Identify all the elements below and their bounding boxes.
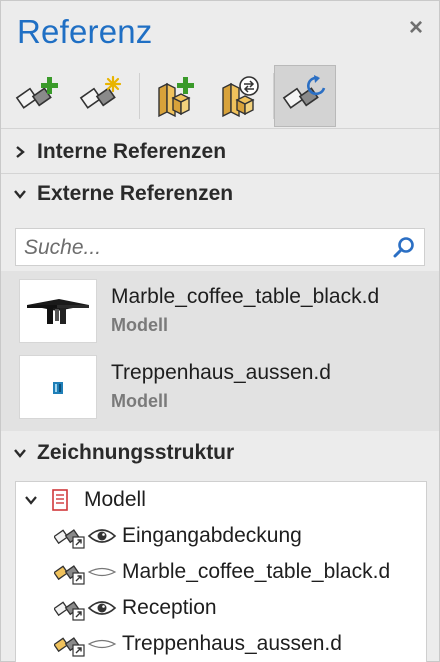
toolbar-separator	[139, 73, 140, 119]
panel-header: Referenz ×	[1, 1, 439, 63]
reference-name: Treppenhaus_aussen.d	[111, 361, 331, 384]
section-internal-references[interactable]: Interne Referenzen	[1, 132, 439, 172]
eye-closed-icon[interactable]	[86, 630, 118, 658]
section-label: Externe Referenzen	[37, 182, 234, 205]
search-input[interactable]	[24, 235, 384, 261]
eye-icon[interactable]	[86, 594, 118, 622]
new-reference-button[interactable]	[71, 65, 133, 127]
reference-link-icon	[54, 594, 86, 622]
list-item[interactable]: Marble_coffee_table_black.d Modell	[1, 273, 439, 349]
drawing-structure-tree: Modell Eingangabdeckung Marble_coffee_ta…	[15, 481, 427, 662]
tree-node-label: Modell	[84, 488, 146, 511]
chevron-down-icon[interactable]	[13, 446, 27, 460]
search-icon[interactable]	[392, 235, 416, 259]
eye-icon[interactable]	[86, 522, 118, 550]
document-icon	[50, 488, 70, 512]
external-reference-link-icon	[54, 630, 86, 658]
swap-block-button[interactable]	[207, 65, 269, 127]
search-box[interactable]	[15, 228, 425, 266]
tree-node-label: Eingangabdeckung	[122, 524, 302, 547]
add-block-button[interactable]	[143, 65, 205, 127]
stairwell-thumbnail	[19, 355, 97, 419]
reload-reference-icon	[282, 74, 328, 118]
tree-node-label: Treppenhaus_aussen.d	[122, 632, 342, 655]
section-drawing-structure[interactable]: Zeichnungsstruktur	[1, 433, 439, 473]
reference-type: Modell	[111, 315, 168, 335]
external-reference-link-icon	[54, 558, 86, 586]
reference-panel: Referenz × Interne Referenzen Externe Re…	[0, 0, 440, 662]
toolbar	[1, 63, 439, 129]
swap-block-icon	[215, 74, 261, 118]
panel-title: Referenz	[17, 13, 153, 50]
reload-reference-button[interactable]	[274, 65, 336, 127]
section-external-references[interactable]: Externe Referenzen	[1, 174, 439, 214]
chevron-right-icon[interactable]	[13, 145, 27, 159]
tree-node[interactable]: Reception	[54, 590, 217, 626]
add-block-icon	[151, 74, 197, 118]
section-label: Zeichnungsstruktur	[37, 441, 235, 464]
reference-link-icon	[54, 522, 86, 550]
coffee-table-thumbnail	[19, 279, 97, 343]
reference-type: Modell	[111, 391, 168, 411]
tree-node-label: Reception	[122, 596, 217, 619]
reference-name: Marble_coffee_table_black.d	[111, 285, 380, 308]
external-reference-list: Marble_coffee_table_black.d Modell Trepp…	[1, 271, 439, 431]
new-reference-icon	[79, 74, 125, 118]
close-icon[interactable]: ×	[405, 16, 427, 40]
tree-node-label: Marble_coffee_table_black.d	[122, 560, 391, 583]
section-label: Interne Referenzen	[37, 140, 227, 163]
list-item[interactable]: Treppenhaus_aussen.d Modell	[1, 349, 439, 425]
add-reference-icon	[15, 74, 61, 118]
tree-node-root[interactable]: Modell	[20, 482, 146, 518]
tree-node[interactable]: Marble_coffee_table_black.d	[54, 554, 390, 590]
chevron-down-icon[interactable]	[13, 187, 27, 201]
add-reference-button[interactable]	[7, 65, 69, 127]
chevron-down-icon[interactable]	[20, 489, 42, 511]
eye-closed-icon[interactable]	[86, 558, 118, 586]
tree-node[interactable]: Eingangabdeckung	[54, 518, 302, 554]
tree-node[interactable]: Treppenhaus_aussen.d	[54, 626, 342, 662]
